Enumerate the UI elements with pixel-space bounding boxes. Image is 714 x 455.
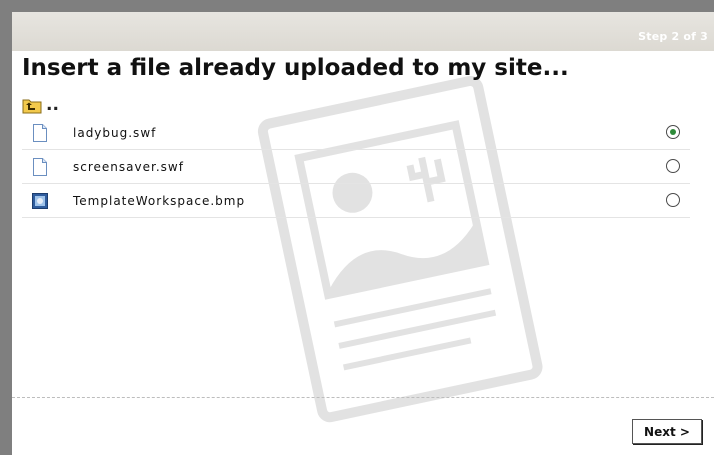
file-row[interactable]: TemplateWorkspace.bmp — [22, 184, 690, 218]
folder-up-icon — [22, 99, 42, 113]
step-indicator: Step 2 of 3 — [638, 30, 708, 43]
footer-divider — [12, 397, 714, 398]
document-icon — [33, 123, 47, 142]
file-row[interactable]: ladybug.swf — [22, 116, 690, 150]
next-button[interactable]: Next > — [632, 419, 702, 444]
parent-folder-label: .. — [46, 94, 59, 115]
file-picker-panel: Step 2 of 3 Insert a file already upload… — [12, 12, 714, 455]
step-bar: Step 2 of 3 — [12, 12, 714, 51]
window-left-border — [0, 0, 12, 455]
file-select-radio[interactable] — [666, 125, 680, 139]
file-select-radio[interactable] — [666, 159, 680, 173]
file-name: screensaver.swf — [73, 159, 184, 174]
parent-folder-row[interactable]: .. — [22, 94, 59, 116]
file-name: ladybug.swf — [73, 125, 157, 140]
document-icon — [33, 157, 47, 176]
window-top-border — [0, 0, 714, 12]
file-name: TemplateWorkspace.bmp — [73, 193, 246, 208]
file-row[interactable]: screensaver.swf — [22, 150, 690, 184]
file-list: ladybug.swf screensaver.swf TemplateWork… — [22, 116, 690, 218]
file-select-radio[interactable] — [666, 193, 680, 207]
image-icon — [32, 192, 48, 209]
